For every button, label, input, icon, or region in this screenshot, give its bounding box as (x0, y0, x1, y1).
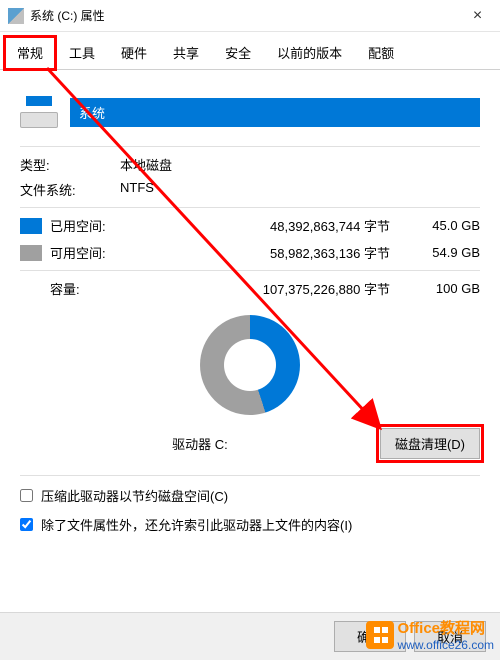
free-swatch-icon (20, 245, 42, 261)
index-label: 除了文件属性外，还允许索引此驱动器上文件的内容(I) (41, 515, 352, 534)
content-panel: 系统 类型: 本地磁盘 文件系统: NTFS 已用空间: 48,392,863,… (0, 70, 500, 560)
tab-hardware[interactable]: 硬件 (108, 36, 160, 69)
tabs: 常规 工具 硬件 共享 安全 以前的版本 配额 (0, 36, 500, 70)
fs-label: 文件系统: (20, 180, 120, 199)
index-checkbox-row[interactable]: 除了文件属性外，还允许索引此驱动器上文件的内容(I) (20, 515, 480, 534)
disk-cleanup-button[interactable]: 磁盘清理(D) (380, 428, 480, 459)
capacity-label: 容量: (20, 279, 140, 298)
watermark: Office教程网 www.office26.com (366, 617, 495, 652)
fs-value: NTFS (120, 180, 154, 199)
capacity-bytes: 107,375,226,880 字节 (140, 279, 410, 298)
compress-checkbox[interactable] (20, 489, 33, 502)
used-label: 已用空间: (50, 216, 140, 235)
drive-name-field[interactable]: 系统 (70, 98, 480, 127)
compress-label: 压缩此驱动器以节约磁盘空间(C) (41, 486, 228, 505)
tab-sharing[interactable]: 共享 (160, 36, 212, 69)
drive-c-label: 驱动器 C: (20, 434, 380, 453)
close-button[interactable]: × (455, 0, 500, 32)
watermark-logo-icon (366, 621, 394, 649)
tab-previous-versions[interactable]: 以前的版本 (264, 36, 355, 69)
window-title: 系统 (C:) 属性 (30, 7, 455, 24)
used-bytes: 48,392,863,744 字节 (140, 216, 410, 235)
type-value: 本地磁盘 (120, 155, 172, 174)
used-swatch-icon (20, 218, 42, 234)
free-size: 54.9 GB (410, 245, 480, 260)
drive-large-icon (20, 96, 58, 128)
free-bytes: 58,982,363,136 字节 (140, 243, 410, 262)
tab-quota[interactable]: 配额 (355, 36, 407, 69)
watermark-url: www.office26.com (398, 638, 495, 652)
drive-icon (8, 8, 24, 24)
compress-checkbox-row[interactable]: 压缩此驱动器以节约磁盘空间(C) (20, 486, 480, 505)
used-size: 45.0 GB (410, 218, 480, 233)
tab-security[interactable]: 安全 (212, 36, 264, 69)
index-checkbox[interactable] (20, 518, 33, 531)
usage-pie-chart (200, 315, 300, 415)
titlebar: 系统 (C:) 属性 × (0, 0, 500, 32)
capacity-size: 100 GB (410, 281, 480, 296)
watermark-title: Office教程网 (398, 617, 495, 638)
tab-general[interactable]: 常规 (4, 36, 56, 70)
tab-tools[interactable]: 工具 (56, 36, 108, 69)
type-label: 类型: (20, 155, 120, 174)
free-label: 可用空间: (50, 243, 140, 262)
